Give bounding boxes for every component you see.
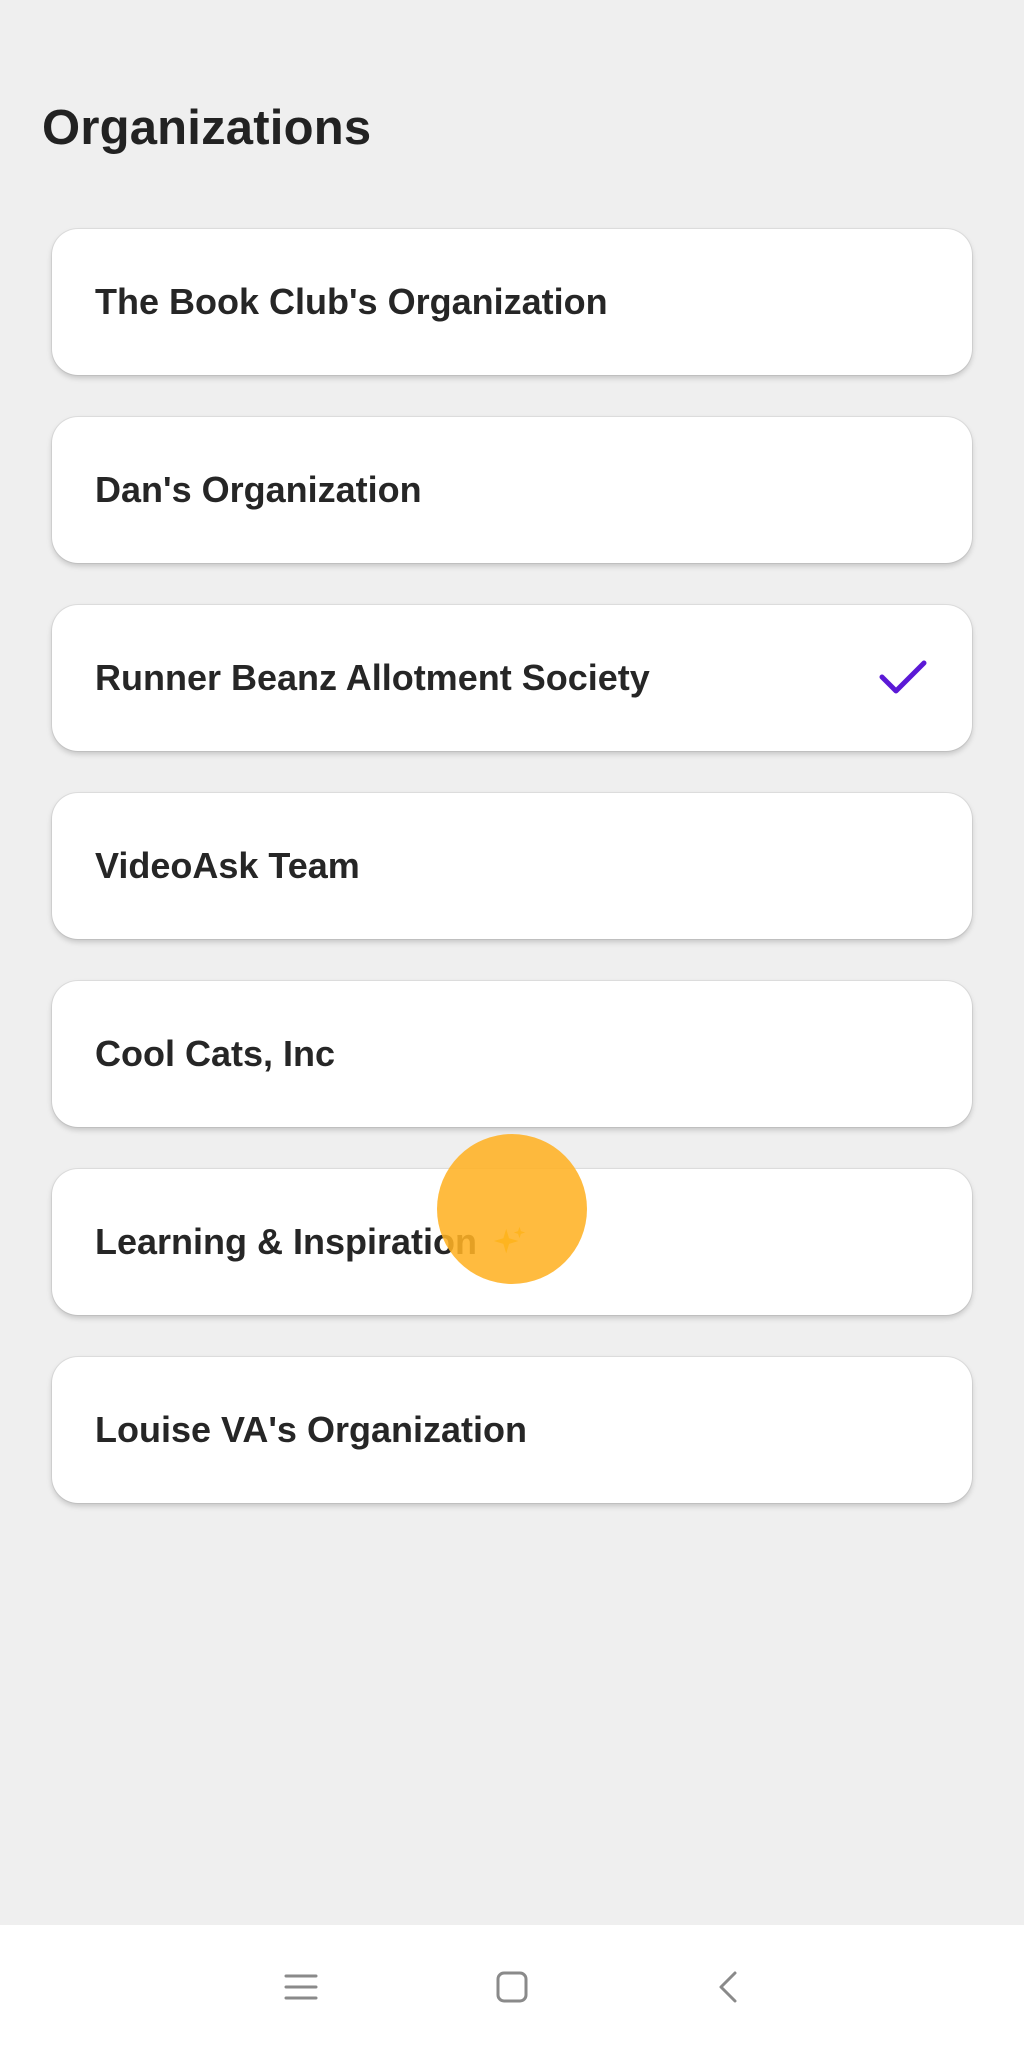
- organization-item-runner-beanz[interactable]: Runner Beanz Allotment Society: [52, 605, 972, 751]
- organization-name: Runner Beanz Allotment Society: [95, 657, 650, 698]
- organization-item-cool-cats[interactable]: Cool Cats, Inc: [52, 981, 972, 1127]
- system-navigation-bar: [0, 1925, 1024, 2048]
- organization-name: Learning & Inspiration: [95, 1221, 478, 1262]
- organization-name: The Book Club's Organization: [95, 281, 608, 322]
- organization-name: Cool Cats, Inc: [95, 1033, 336, 1074]
- organization-item-louise-va[interactable]: Louise VA's Organization: [52, 1357, 972, 1503]
- nav-back-button[interactable]: [697, 1957, 757, 2017]
- organization-item-book-club[interactable]: The Book Club's Organization: [52, 229, 972, 375]
- organization-item-learning-inspiration[interactable]: Learning & Inspiration: [52, 1169, 972, 1315]
- organization-name: VideoAsk Team: [95, 845, 360, 886]
- back-chevron-icon: [719, 1971, 737, 2002]
- nav-menu-button[interactable]: [271, 1957, 331, 2017]
- home-square-icon: [496, 1971, 528, 2002]
- organization-item-dans[interactable]: Dan's Organization: [52, 417, 972, 563]
- menu-icon: [284, 1974, 318, 1999]
- page-title: Organizations: [42, 101, 372, 155]
- organization-name: Louise VA's Organization: [95, 1409, 527, 1450]
- organization-list: The Book Club's Organization Dan's Organ…: [52, 229, 972, 1545]
- nav-home-button[interactable]: [482, 1957, 542, 2017]
- sparkle-icon: [493, 1226, 526, 1254]
- checkmark-icon: [879, 660, 927, 694]
- organization-name: Dan's Organization: [95, 469, 422, 510]
- organization-item-videoask-team[interactable]: VideoAsk Team: [52, 793, 972, 939]
